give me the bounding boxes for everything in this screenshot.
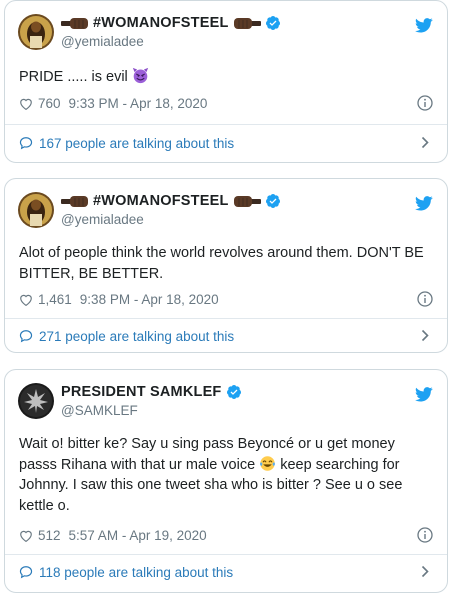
handle[interactable]: @yemialadee bbox=[61, 211, 281, 229]
tweet-card[interactable]: #WOMANOFSTEEL @yemialadee bbox=[4, 0, 448, 163]
chevron-right-icon[interactable] bbox=[421, 565, 429, 578]
handle[interactable]: @yemialadee bbox=[61, 33, 281, 51]
heart-icon[interactable] bbox=[19, 529, 33, 542]
heart-icon[interactable] bbox=[19, 97, 33, 110]
handle[interactable]: @SAMKLEF bbox=[61, 402, 242, 420]
like-count[interactable]: 1,461 bbox=[38, 292, 72, 307]
timestamp[interactable]: 9:33 PM - Apr 18, 2020 bbox=[69, 96, 208, 111]
display-name[interactable]: PRESIDENT SAMKLEF bbox=[61, 383, 242, 401]
speech-bubble-icon bbox=[19, 137, 33, 150]
fist-emoji-icon bbox=[233, 17, 261, 30]
verified-badge-icon bbox=[226, 384, 242, 400]
display-name[interactable]: #WOMANOFSTEEL bbox=[61, 14, 281, 32]
info-icon[interactable] bbox=[417, 291, 433, 307]
twitter-bird-icon[interactable] bbox=[415, 387, 433, 402]
tweet-meta: 760 9:33 PM - Apr 18, 2020 bbox=[19, 93, 433, 113]
avatar[interactable] bbox=[18, 383, 54, 419]
divider bbox=[5, 124, 447, 125]
like-count[interactable]: 760 bbox=[38, 96, 61, 111]
tweet-meta: 1,461 9:38 PM - Apr 18, 2020 bbox=[19, 289, 433, 309]
avatar[interactable] bbox=[18, 192, 54, 228]
smiling-devil-emoji-icon bbox=[132, 67, 149, 84]
tweet-header: PRESIDENT SAMKLEF @SAMKLEF bbox=[5, 370, 447, 426]
tweet-text: Wait o! bitter ke? Say u sing pass Beyon… bbox=[19, 436, 403, 514]
talking-link[interactable]: 271 people are talking about this bbox=[19, 326, 433, 346]
tweet-meta: 512 5:57 AM - Apr 19, 2020 bbox=[19, 525, 433, 545]
fist-emoji-icon bbox=[233, 195, 261, 208]
verified-badge-icon bbox=[265, 15, 281, 31]
twitter-bird-icon[interactable] bbox=[415, 196, 433, 211]
divider bbox=[5, 318, 447, 319]
avatar[interactable] bbox=[18, 14, 54, 50]
tweet-card[interactable]: PRESIDENT SAMKLEF @SAMKLEF Wait o! bitte… bbox=[4, 369, 448, 593]
chevron-right-icon[interactable] bbox=[421, 136, 429, 149]
twitter-bird-icon[interactable] bbox=[415, 18, 433, 33]
fist-emoji-icon bbox=[61, 195, 89, 208]
tweet-header: #WOMANOFSTEEL @yemialadee bbox=[5, 1, 447, 57]
tweet-text: PRIDE ..... is evil bbox=[19, 67, 431, 88]
timestamp[interactable]: 5:57 AM - Apr 19, 2020 bbox=[69, 528, 207, 543]
info-icon[interactable] bbox=[417, 95, 433, 111]
tears-of-joy-emoji-icon bbox=[259, 455, 276, 472]
tweet-card[interactable]: #WOMANOFSTEEL @yemialadee bbox=[4, 178, 448, 353]
tweet-header: #WOMANOFSTEEL @yemialadee bbox=[5, 179, 447, 235]
tweet-text: Alot of people think the world revolves … bbox=[19, 245, 424, 282]
speech-bubble-icon bbox=[19, 330, 33, 343]
display-name[interactable]: #WOMANOFSTEEL bbox=[61, 192, 281, 210]
verified-badge-icon bbox=[265, 193, 281, 209]
heart-icon[interactable] bbox=[19, 293, 33, 306]
like-count[interactable]: 512 bbox=[38, 528, 61, 543]
timestamp[interactable]: 9:38 PM - Apr 18, 2020 bbox=[80, 292, 219, 307]
talking-link[interactable]: 118 people are talking about this bbox=[19, 562, 433, 582]
chevron-right-icon[interactable] bbox=[421, 329, 429, 342]
info-icon[interactable] bbox=[417, 527, 433, 543]
speech-bubble-icon bbox=[19, 566, 33, 579]
fist-emoji-icon bbox=[61, 17, 89, 30]
divider bbox=[5, 554, 447, 555]
talking-link[interactable]: 167 people are talking about this bbox=[19, 133, 433, 153]
